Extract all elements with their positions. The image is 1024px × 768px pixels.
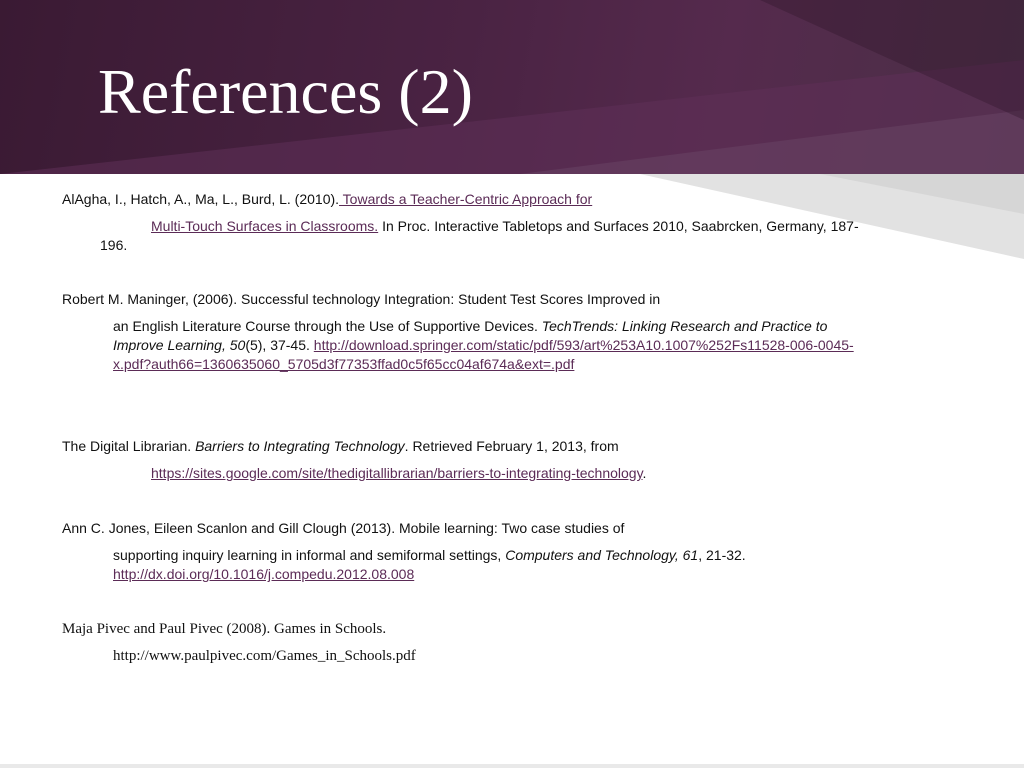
- reference-5-url: http://www.paulpivec.com/Games_in_School…: [113, 648, 416, 664]
- reference-1-pages: 196.: [100, 237, 128, 253]
- reference-4-line-2: supporting inquiry learning in informal …: [113, 546, 746, 565]
- reference-3-author: The Digital Librarian.: [62, 438, 196, 454]
- reference-2-title: an English Literature Course through the…: [113, 318, 542, 334]
- reference-3-retrieved: . Retrieved February 1, 2013, from: [404, 438, 619, 454]
- reference-3-line-2: https://sites.google.com/site/thedigital…: [151, 464, 646, 483]
- reference-5-line-1: Maja Pivec and Paul Pivec (2008). Games …: [62, 620, 386, 639]
- reference-2-line-2: an English Literature Course through the…: [113, 317, 827, 336]
- reference-1-line-2: Multi-Touch Surfaces in Classrooms. In P…: [151, 217, 859, 236]
- reference-3-line-1: The Digital Librarian. Barriers to Integ…: [62, 437, 619, 456]
- reference-3-period: .: [642, 465, 647, 481]
- reference-5-line-2: http://www.paulpivec.com/Games_in_School…: [113, 647, 416, 666]
- reference-2-journal-cont: Improve Learning, 50: [113, 337, 246, 353]
- references-list: AlAgha, I., Hatch, A., Ma, L., Burd, L. …: [0, 0, 1024, 768]
- reference-2-line-3: Improve Learning, 50(5), 37-45. http://d…: [113, 336, 854, 355]
- reference-1-line-3: 196.: [100, 236, 127, 255]
- reference-3-url[interactable]: https://sites.google.com/site/thedigital…: [151, 465, 643, 481]
- reference-4-journal: Computers and Technology, 61: [505, 547, 699, 563]
- reference-5-authors: Maja Pivec and Paul Pivec (2008). Games …: [62, 621, 387, 637]
- reference-2-line-4: x.pdf?auth66=1360635060_5705d3f77353ffad…: [113, 355, 574, 374]
- reference-2-journal: TechTrends: Linking Research and Practic…: [541, 318, 828, 334]
- reference-4-authors: Ann C. Jones, Eileen Scanlon and Gill Cl…: [62, 520, 625, 536]
- reference-2-issue: (5), 37-45.: [245, 337, 314, 353]
- reference-2-authors: Robert M. Maninger, (2006). Successful t…: [62, 291, 661, 307]
- reference-3-title: Barriers to Integrating Technology: [195, 438, 405, 454]
- reference-1-link-cont[interactable]: Multi-Touch Surfaces in Classrooms.: [151, 218, 378, 234]
- reference-4-line-3: http://dx.doi.org/10.1016/j.compedu.2012…: [113, 565, 414, 584]
- reference-2-url[interactable]: http://download.springer.com/static/pdf/…: [314, 337, 854, 353]
- reference-2-url-cont[interactable]: x.pdf?auth66=1360635060_5705d3f77353ffad…: [113, 356, 574, 372]
- reference-4-line-1: Ann C. Jones, Eileen Scanlon and Gill Cl…: [62, 519, 624, 538]
- reference-1-line-1: AlAgha, I., Hatch, A., Ma, L., Burd, L. …: [62, 190, 592, 209]
- reference-4-pages: , 21-32.: [698, 547, 746, 563]
- reference-2-line-1: Robert M. Maninger, (2006). Successful t…: [62, 290, 660, 309]
- reference-1-link[interactable]: Towards a Teacher-Centric Approach for: [339, 191, 593, 207]
- reference-4-doi-link[interactable]: http://dx.doi.org/10.1016/j.compedu.2012…: [113, 566, 414, 582]
- reference-1-authors: AlAgha, I., Hatch, A., Ma, L., Burd, L. …: [62, 191, 340, 207]
- bottom-edge: [0, 764, 1024, 768]
- reference-1-source: In Proc. Interactive Tabletops and Surfa…: [378, 218, 859, 234]
- reference-4-title: supporting inquiry learning in informal …: [113, 547, 506, 563]
